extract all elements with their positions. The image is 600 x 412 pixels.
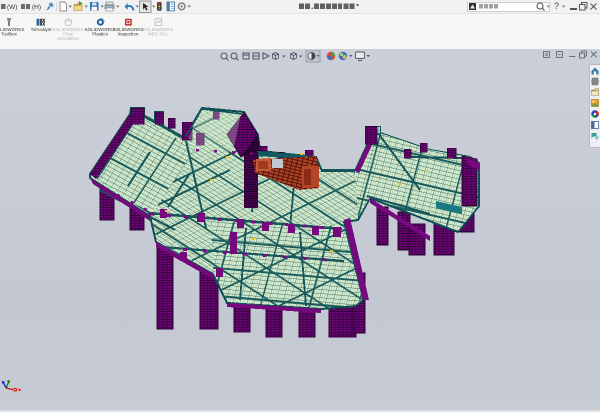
svg-text:(W): (W) — [7, 4, 17, 11]
svg-text:(H): (H) — [32, 4, 41, 11]
